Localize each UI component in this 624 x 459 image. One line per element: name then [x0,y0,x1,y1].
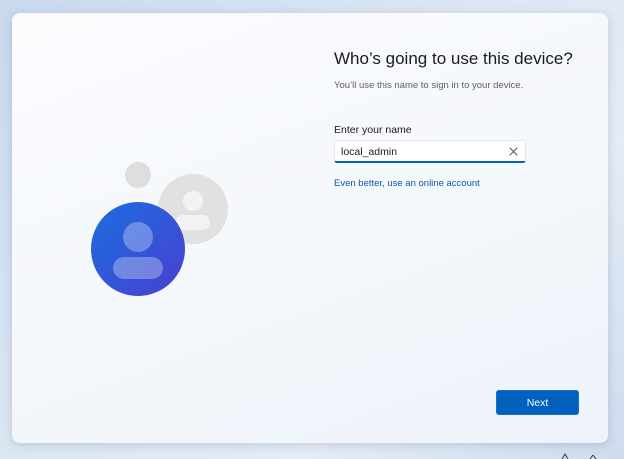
clear-button[interactable] [506,144,521,159]
setup-dialog: Who’s going to use this device? You’ll u… [12,13,608,443]
name-field-label: Enter your name [334,124,412,136]
next-button[interactable]: Next [496,390,579,415]
user-avatar-icon [91,162,228,296]
close-icon [509,147,518,156]
name-input[interactable] [341,143,501,160]
system-tray-icons [561,453,597,459]
name-field[interactable] [334,140,526,163]
page-subtitle: You’ll use this name to sign in to your … [334,80,524,91]
online-account-link[interactable]: Even better, use an online account [334,178,480,189]
page-title: Who’s going to use this device? [334,49,573,68]
